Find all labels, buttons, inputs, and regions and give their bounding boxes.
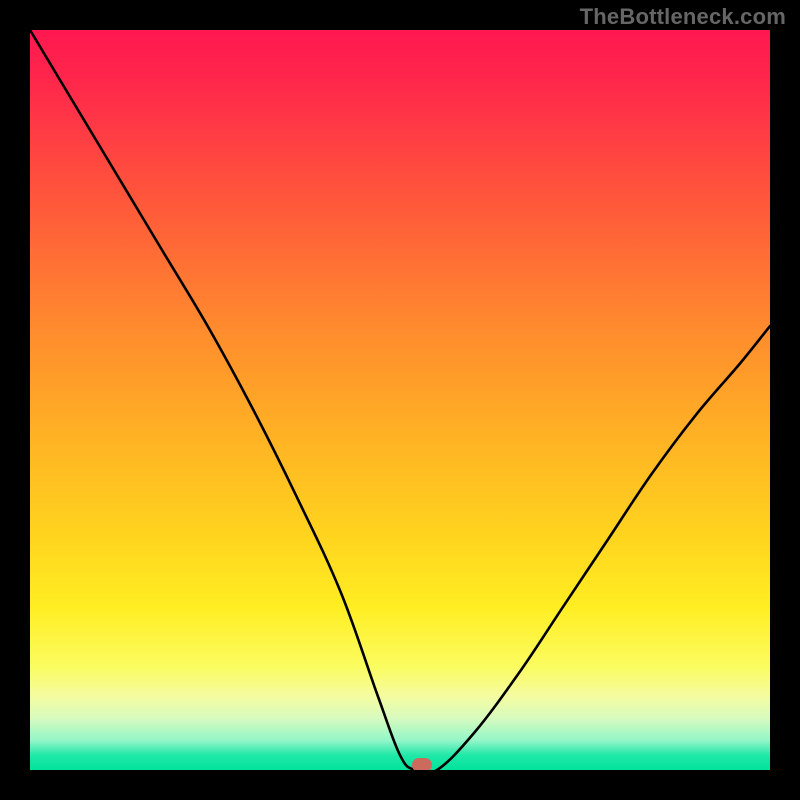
- plot-area: [30, 30, 770, 770]
- optimum-marker: [412, 758, 432, 770]
- bottleneck-curve: [30, 30, 770, 770]
- watermark-text: TheBottleneck.com: [580, 4, 786, 30]
- chart-frame: TheBottleneck.com: [0, 0, 800, 800]
